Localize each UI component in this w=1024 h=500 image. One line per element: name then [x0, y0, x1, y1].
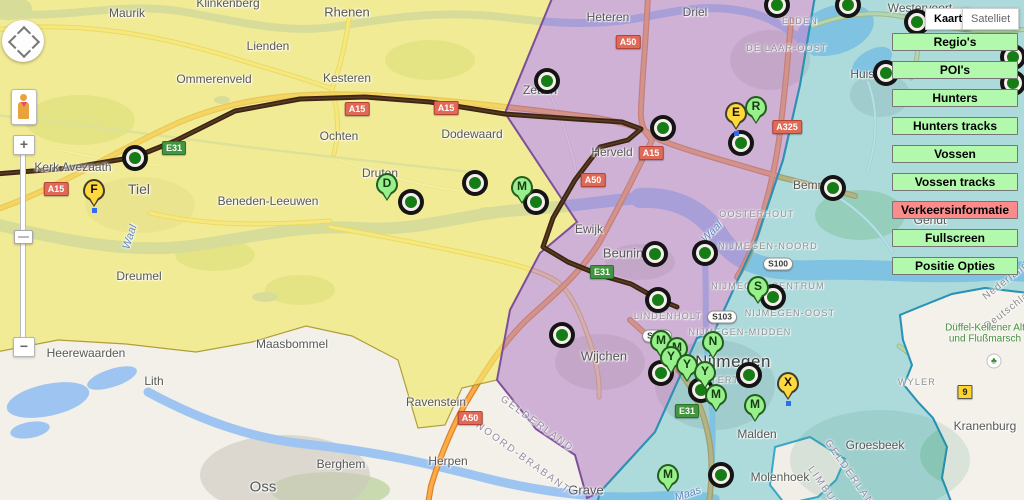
- map-marker[interactable]: [646, 245, 664, 263]
- map-pin-x[interactable]: X: [777, 372, 799, 406]
- pan-right-arrow[interactable]: [25, 34, 41, 50]
- map-marker[interactable]: [732, 134, 750, 152]
- map-marker[interactable]: [824, 179, 842, 197]
- menu-button-vossen-tracks[interactable]: Vossen tracks: [892, 173, 1018, 191]
- map-pin-n[interactable]: N: [702, 331, 724, 359]
- pegman[interactable]: [11, 89, 37, 125]
- pin-layer: FEXDMRSNMMYYYMMM: [0, 0, 1024, 500]
- map-pin-m[interactable]: M: [744, 394, 766, 422]
- pan-control[interactable]: [2, 20, 44, 62]
- map-pin-f[interactable]: F: [83, 179, 105, 213]
- map-marker[interactable]: [527, 193, 545, 211]
- map-type-satelliet-button[interactable]: Satelliet: [962, 8, 1020, 30]
- zoom-slider-track[interactable]: [20, 154, 26, 338]
- map-pin-r[interactable]: R: [745, 96, 767, 124]
- pin-blue-tip: [785, 401, 791, 406]
- menu-button-hunters[interactable]: Hunters: [892, 89, 1018, 107]
- menu-button-regios[interactable]: Regio's: [892, 33, 1018, 51]
- map-marker[interactable]: [126, 149, 144, 167]
- zoom-in-button[interactable]: +: [13, 135, 35, 155]
- map-pin-m[interactable]: M: [657, 464, 679, 492]
- menu-button-pois[interactable]: POI's: [892, 61, 1018, 79]
- menu-button-verkeersinformatie[interactable]: Verkeersinformatie: [892, 201, 1018, 219]
- zoom-slider-handle[interactable]: [14, 230, 33, 244]
- pin-blue-tip: [733, 131, 739, 136]
- map-application: A15 A15 A15 A15 A50 A50 A50 A325 E31 E31 E31 S100 S1…: [0, 0, 1024, 500]
- map-pin-m[interactable]: M: [705, 384, 727, 412]
- map-marker[interactable]: [712, 466, 730, 484]
- map-marker[interactable]: [740, 366, 758, 384]
- map-marker[interactable]: [908, 13, 926, 31]
- menu-button-vossen[interactable]: Vossen: [892, 145, 1018, 163]
- map-marker[interactable]: [538, 72, 556, 90]
- map-pin-e[interactable]: E: [725, 102, 747, 136]
- zoom-out-button[interactable]: −: [13, 337, 35, 357]
- map-pin-m[interactable]: M: [511, 176, 533, 204]
- map-pin-y[interactable]: Y: [694, 361, 716, 389]
- map-marker[interactable]: [402, 193, 420, 211]
- map-pin-s[interactable]: S: [747, 276, 769, 304]
- menu-button-hunters-tracks[interactable]: Hunters tracks: [892, 117, 1018, 135]
- map-pin-d[interactable]: D: [376, 173, 398, 201]
- map-marker[interactable]: [466, 174, 484, 192]
- pin-blue-tip: [91, 208, 97, 213]
- menu-button-positie-opties[interactable]: Positie Opties: [892, 257, 1018, 275]
- pegman-icon: [20, 94, 27, 101]
- pan-down-arrow[interactable]: [16, 43, 32, 59]
- map-marker[interactable]: [654, 119, 672, 137]
- map-marker[interactable]: [696, 244, 714, 262]
- menu-button-fullscreen[interactable]: Fullscreen: [892, 229, 1018, 247]
- map-marker[interactable]: [553, 326, 571, 344]
- map-marker[interactable]: [649, 291, 667, 309]
